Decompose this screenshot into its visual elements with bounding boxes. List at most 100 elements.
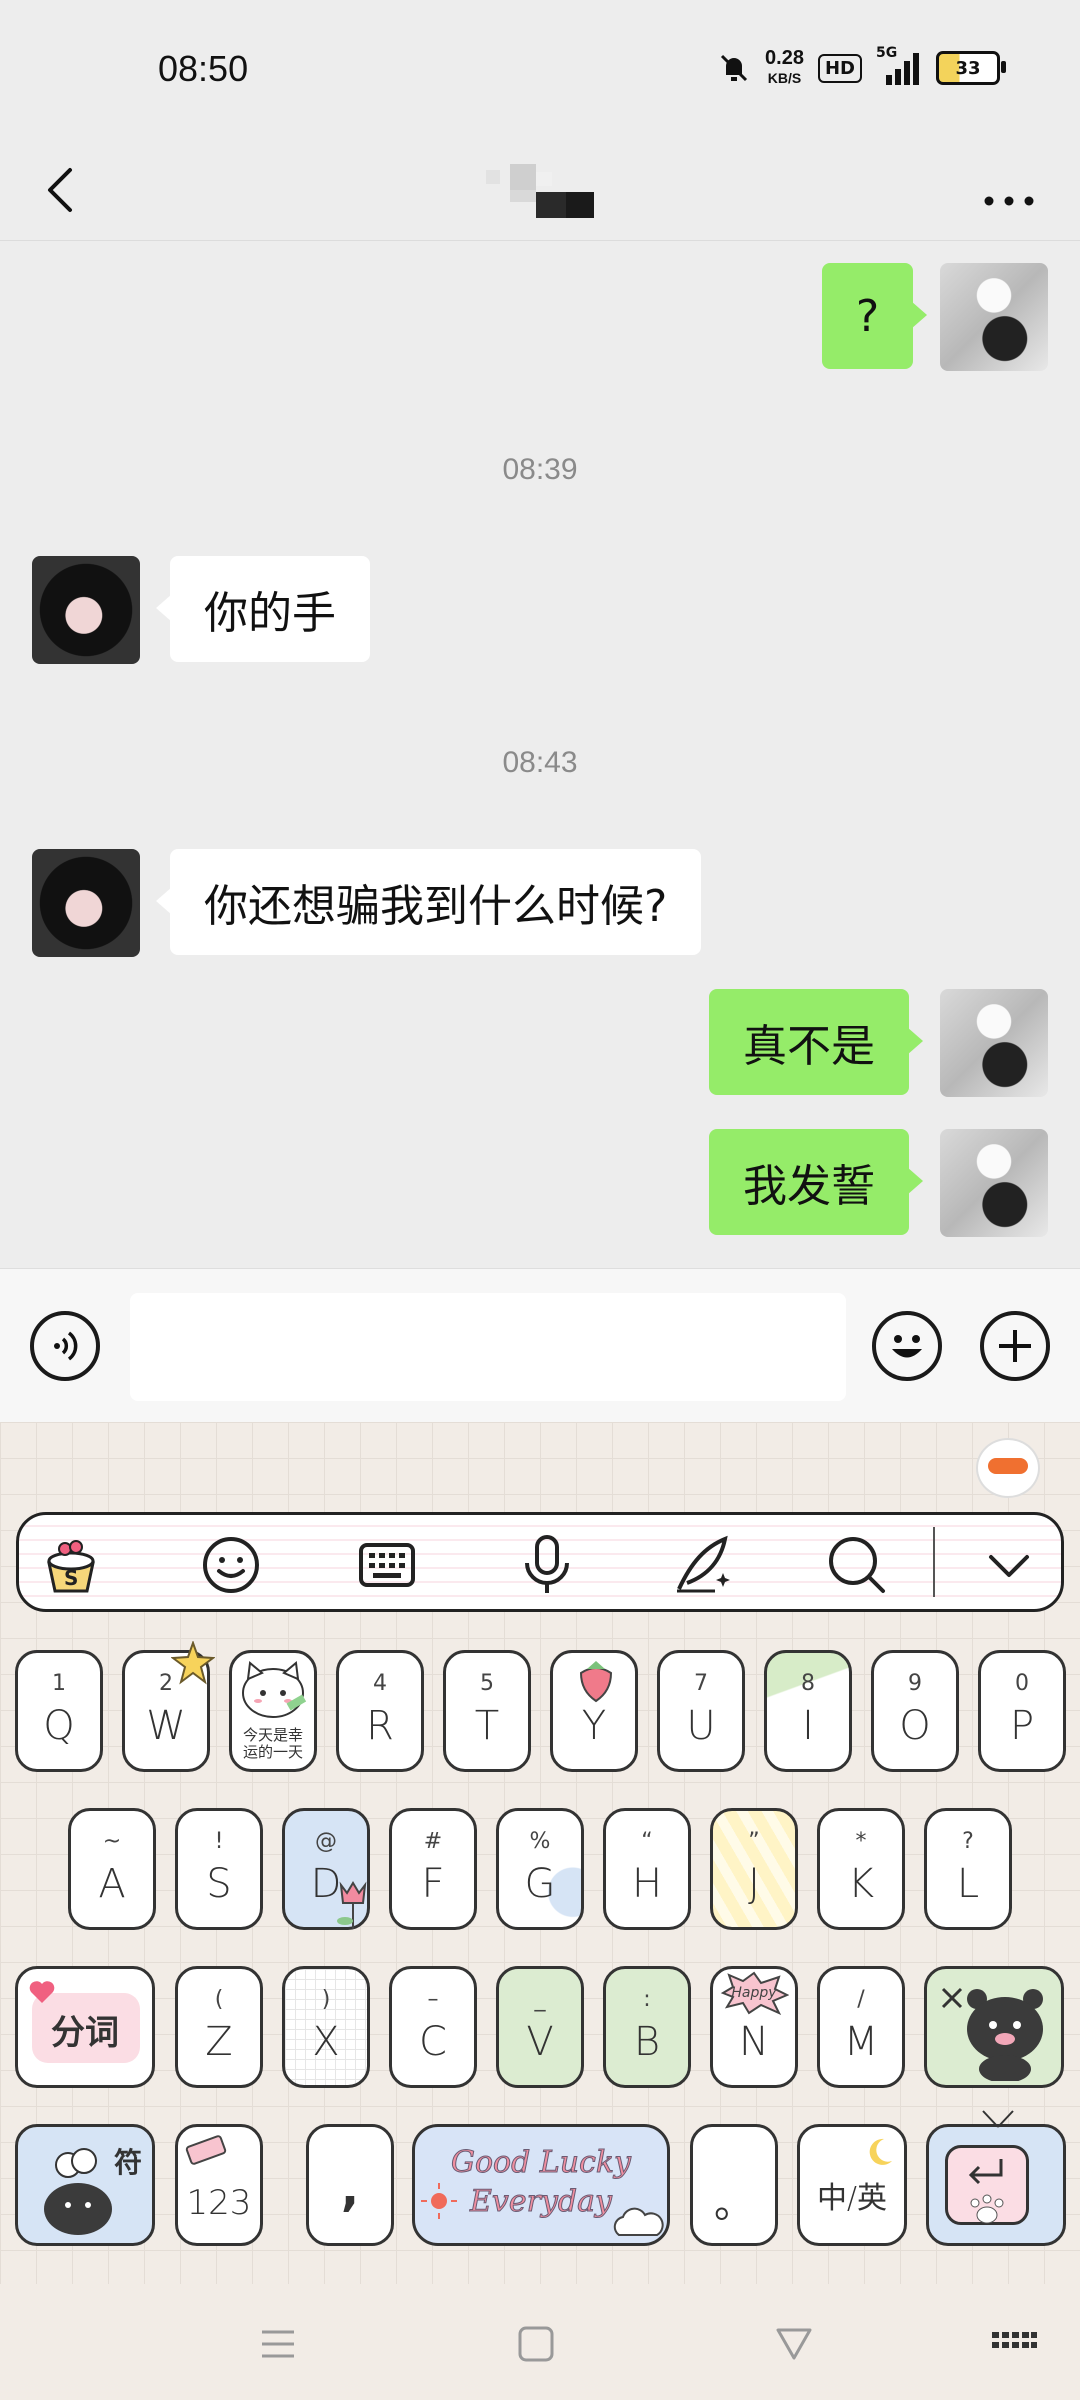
bear-sticker-icon	[967, 1989, 1043, 2081]
message-bubble-received[interactable]: 你还想骗我到什么时候?	[155, 849, 702, 955]
key-p[interactable]: 0P	[978, 1650, 1066, 1772]
key-l[interactable]: ? L	[924, 1808, 1012, 1930]
key-symbol: :	[643, 1987, 651, 2012]
language-switch-key[interactable]: 中/英	[797, 2124, 907, 2246]
key-symbol: “	[641, 1829, 653, 1854]
key-y[interactable]: Y	[550, 1650, 638, 1772]
symbols-label: 符	[113, 2146, 142, 2179]
message-input[interactable]	[130, 1293, 846, 1401]
key-x[interactable]: ) X	[282, 1966, 370, 2088]
key-symbol: 7	[694, 1671, 708, 1696]
numbers-key[interactable]: 123	[175, 2124, 263, 2246]
menu-icon[interactable]	[254, 2320, 302, 2368]
key-symbol: ?	[962, 1829, 974, 1854]
toolbar-divider	[933, 1527, 935, 1597]
emoji-button[interactable]	[872, 1311, 942, 1381]
key-letter: U	[686, 1703, 716, 1749]
message-text: 你还想骗我到什么时候?	[204, 881, 668, 932]
keyboard-hide-icon[interactable]	[990, 2320, 1038, 2368]
message-bubble-sent[interactable]: ?	[822, 263, 927, 369]
key-v[interactable]: _ V	[496, 1966, 584, 2088]
more-options-icon[interactable]	[974, 166, 1044, 206]
key-a[interactable]: ~ A	[68, 1808, 156, 1930]
key-n[interactable]: Happy N	[710, 1966, 798, 2088]
status-icons: 0.28 KB/S HD 5G 33	[717, 45, 1006, 88]
key-letter: M	[843, 2019, 879, 2065]
key-o[interactable]: 9O	[871, 1650, 959, 1772]
key-e-sticker[interactable]: 今天是幸运的一天	[229, 1650, 317, 1772]
key-letter: T	[474, 1703, 500, 1749]
key-symbol: *	[855, 1829, 867, 1854]
keyboard-layout-icon[interactable]	[355, 1533, 419, 1597]
key-h[interactable]: “H	[603, 1808, 691, 1930]
keyboard-mascot-icon[interactable]	[976, 1438, 1040, 1498]
timestamp: 08:43	[502, 746, 578, 779]
message-text: 你的手	[204, 588, 336, 639]
key-symbol: 4	[373, 1671, 387, 1696]
key-w[interactable]: 2W	[122, 1641, 215, 1772]
emoji-panel-icon[interactable]	[199, 1533, 263, 1597]
my-avatar[interactable]	[940, 989, 1048, 1097]
search-icon[interactable]	[825, 1533, 889, 1597]
message-bubble-sent[interactable]: 真不是	[709, 989, 923, 1095]
message-bubble-sent[interactable]: 我发誓	[709, 1129, 923, 1235]
my-avatar[interactable]	[940, 263, 1048, 371]
smiley-icon	[892, 1335, 922, 1358]
tv-antenna-icon	[982, 2110, 1014, 2128]
key-z[interactable]: (Z	[175, 1966, 263, 2088]
message-list[interactable]: ? 08:39 你的手 08:43 你还想骗我到什么时候? 真不是 我发誓	[0, 241, 1080, 1268]
period-key[interactable]: 。	[690, 2124, 778, 2246]
sogou-cake-icon[interactable]: S	[39, 1533, 103, 1597]
enter-arrow-icon	[968, 2159, 1003, 2185]
contact-avatar[interactable]	[32, 556, 140, 664]
key-q[interactable]: 1Q	[15, 1650, 103, 1772]
handwriting-icon[interactable]	[671, 1533, 735, 1597]
message-text: 我发誓	[743, 1161, 875, 1212]
key-g[interactable]: % G	[496, 1808, 584, 1930]
key-m[interactable]: / M	[817, 1966, 905, 2088]
sun-icon	[421, 2183, 457, 2219]
key-symbol: /	[857, 1987, 865, 2012]
battery-icon: 33	[936, 51, 1006, 85]
key-c[interactable]: – C	[389, 1966, 477, 2088]
key-letter: S	[206, 1861, 232, 1907]
key-symbol: @	[315, 1829, 337, 1854]
key-symbol: ~	[102, 1829, 122, 1854]
space-key[interactable]: Good Lucky Everyday	[412, 2124, 670, 2246]
back-triangle-icon[interactable]	[770, 2320, 818, 2368]
voice-toggle-button[interactable]	[30, 1311, 100, 1381]
chevron-down-icon[interactable]	[977, 1533, 1041, 1597]
key-s[interactable]: ! S	[175, 1808, 263, 1930]
key-t[interactable]: 5T	[443, 1650, 531, 1772]
comma-key[interactable]: ,	[306, 2124, 394, 2246]
key-letter: Y	[581, 1703, 607, 1749]
key-k[interactable]: * K	[817, 1808, 905, 1930]
more-functions-button[interactable]	[980, 1311, 1050, 1381]
key-d[interactable]: @ D	[282, 1808, 370, 1930]
key-j[interactable]: ” J	[710, 1808, 798, 1930]
signal-icon: 5G	[876, 45, 922, 85]
key-r[interactable]: 4R	[336, 1650, 424, 1772]
microphone-icon[interactable]	[515, 1533, 579, 1597]
key-letter: J	[748, 1861, 760, 1907]
home-icon[interactable]	[512, 2320, 560, 2368]
key-u[interactable]: 7U	[657, 1650, 745, 1772]
segment-key[interactable]: 分词	[15, 1966, 155, 2088]
key-f[interactable]: # F	[389, 1808, 477, 1930]
enter-key[interactable]	[926, 2110, 1066, 2246]
back-arrow-icon[interactable]	[38, 148, 98, 228]
key-i[interactable]: 8I	[764, 1650, 852, 1772]
key-symbol: 8	[801, 1671, 815, 1696]
key-letter: H	[631, 1861, 663, 1907]
key-letter: V	[526, 2019, 554, 2065]
backspace-key[interactable]	[924, 1966, 1064, 2088]
message-bubble-received[interactable]: 你的手	[156, 556, 370, 662]
key-b[interactable]: :B	[603, 1966, 691, 2088]
keyboard-toolbar: S	[16, 1512, 1064, 1612]
key-symbol: 5	[480, 1671, 494, 1696]
contact-avatar[interactable]	[32, 849, 140, 957]
symbols-key[interactable]: 符	[15, 2124, 155, 2246]
my-avatar[interactable]	[940, 1129, 1048, 1237]
paw-icon	[970, 2194, 1004, 2224]
chat-header	[0, 140, 1080, 241]
